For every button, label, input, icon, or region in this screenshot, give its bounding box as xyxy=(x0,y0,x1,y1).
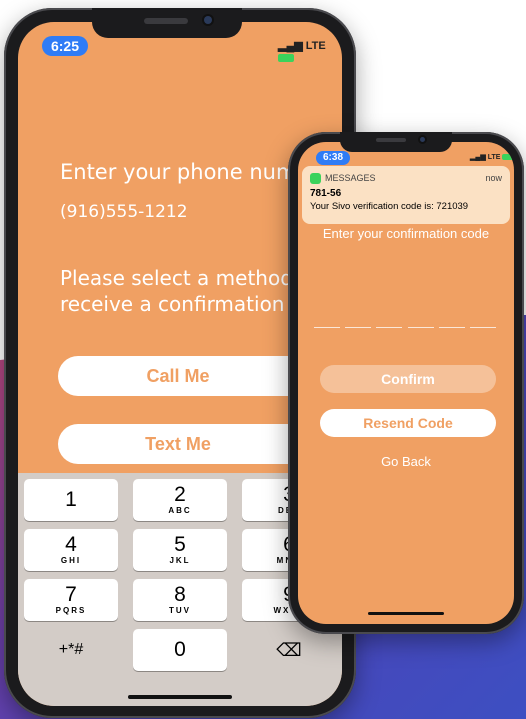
network-label: LTE xyxy=(305,40,326,52)
phone-device-right: 6:38 ▂▄▆ LTE MESSAGES now 781-56 Your Si… xyxy=(288,132,524,634)
front-camera-icon xyxy=(204,16,212,24)
backspace-icon[interactable]: ⌫ xyxy=(242,629,336,671)
key-1[interactable]: 1 xyxy=(24,479,118,521)
speaker-grille xyxy=(376,138,406,142)
signal-icon: ▂▄▆ xyxy=(278,40,303,52)
notification-app-name: MESSAGES xyxy=(325,173,376,183)
key-7[interactable]: 7 PQRS xyxy=(24,579,118,621)
notification-body: Your Sivo verification code is: 721039 xyxy=(310,201,469,212)
key-0[interactable]: 0 xyxy=(133,629,227,671)
phone-notch xyxy=(340,132,452,152)
code-digit-slot xyxy=(408,327,434,328)
code-prompt: Enter your confirmation code xyxy=(322,226,490,241)
home-indicator xyxy=(368,612,444,615)
phone-number-field[interactable]: (916)555-1212 xyxy=(60,202,188,222)
status-indicators: ▂▄▆ LTE xyxy=(278,39,342,64)
code-digit-slot xyxy=(314,327,340,328)
method-prompt-line1: Please select a method to xyxy=(60,266,320,290)
notification-sender: 781-56 xyxy=(310,188,342,199)
key-2[interactable]: 2 ABC xyxy=(133,479,227,521)
go-back-link[interactable]: Go Back xyxy=(298,454,514,469)
battery-icon xyxy=(502,154,514,161)
battery-icon xyxy=(278,54,294,63)
front-camera-icon xyxy=(420,137,425,142)
network-label: LTE xyxy=(487,154,501,161)
phone-notch xyxy=(92,8,242,38)
code-digit-slot xyxy=(345,327,371,328)
resend-code-button[interactable]: Resend Code xyxy=(320,409,496,437)
key-5[interactable]: 5 JKL xyxy=(133,529,227,571)
key-4[interactable]: 4 GHI xyxy=(24,529,118,571)
key-symbols[interactable]: +*# xyxy=(24,629,118,671)
signal-icon: ▂▄▆ xyxy=(470,154,486,161)
status-time: 6:25 xyxy=(42,36,88,56)
code-digit-slot xyxy=(470,327,496,328)
confirm-button[interactable]: Confirm xyxy=(320,365,496,393)
status-indicators: ▂▄▆ LTE xyxy=(470,153,514,161)
status-time: 6:38 xyxy=(316,151,350,165)
code-digit-slot xyxy=(439,327,465,328)
messages-app-icon xyxy=(310,173,321,184)
home-indicator xyxy=(128,695,232,699)
phone-screen: 6:38 ▂▄▆ LTE MESSAGES now 781-56 Your Si… xyxy=(298,142,514,624)
key-8[interactable]: 8 TUV xyxy=(133,579,227,621)
message-notification[interactable]: MESSAGES now 781-56 Your Sivo verificati… xyxy=(302,166,510,224)
notification-time: now xyxy=(485,173,502,183)
code-digit-slot xyxy=(376,327,402,328)
speaker-grille xyxy=(144,18,188,24)
